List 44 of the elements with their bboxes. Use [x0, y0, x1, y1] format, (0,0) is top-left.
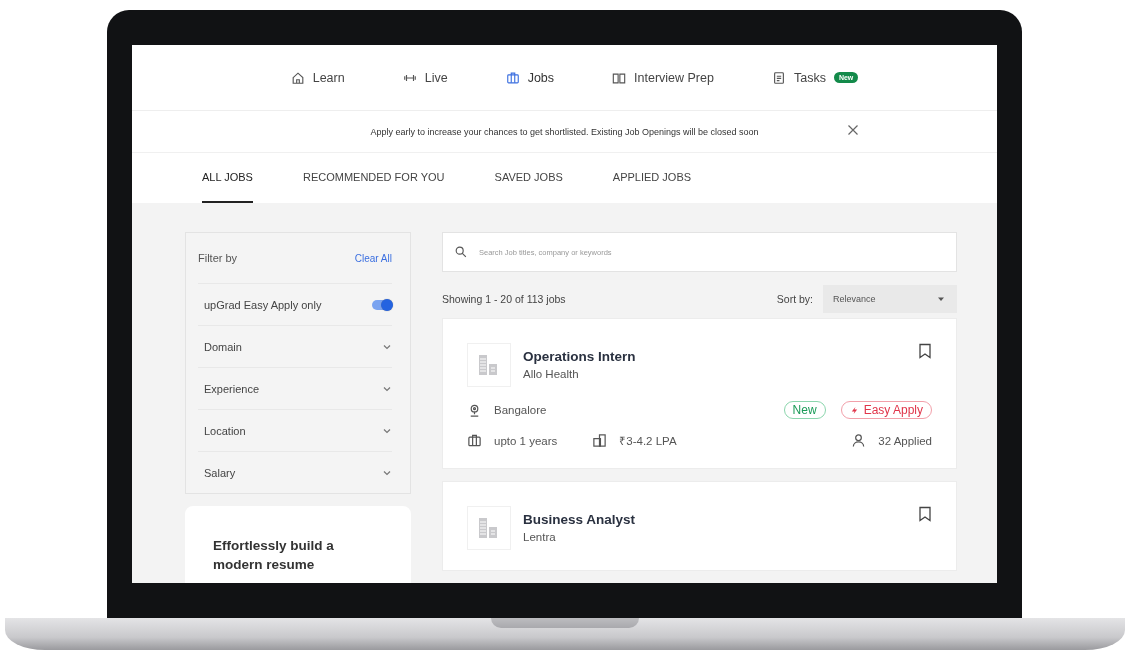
filter-dropdown[interactable]: Experience — [204, 368, 392, 409]
applicant-count: 32 Applied — [878, 434, 932, 447]
notice-text: Apply early to increase your chances to get shortlisted. Existing Job Openings will be closed soon — [370, 126, 759, 137]
company-name: Lentra — [523, 531, 557, 543]
nav-tab[interactable]: Jobs — [501, 66, 559, 89]
listing-tab[interactable]: SAVED JOBS — [494, 153, 563, 203]
job-card[interactable]: Operations Intern Allo Health Bangalore New Easy Apply upto 1 years ₹3-4.2 LPA 32 Applied — [442, 318, 957, 469]
job-title[interactable]: Operations Intern — [523, 349, 906, 364]
nav-tab[interactable]: Learn — [286, 66, 349, 89]
nav-tab[interactable]: Interview Prep — [608, 66, 718, 89]
company-name: Allo Health — [523, 368, 580, 380]
job-salary: ₹3-4.2 LPA — [619, 434, 677, 448]
caret-icon — [937, 295, 945, 303]
book-icon — [612, 70, 627, 85]
job-location: Bangalore — [494, 404, 547, 416]
results-count: Showing 1 - 20 of 113 jobs — [442, 293, 566, 305]
briefcase-icon — [467, 433, 482, 448]
toggle-switch[interactable] — [372, 299, 392, 310]
building-icon — [467, 506, 511, 550]
search-icon — [454, 245, 468, 259]
listing-tab[interactable]: RECOMMENDED FOR YOU — [302, 153, 445, 203]
resume-heading: Effortlessly build a modern resume — [213, 537, 335, 574]
sort-label: Sort by: — [776, 293, 813, 305]
home-icon — [290, 70, 305, 85]
bolt-icon — [849, 405, 859, 415]
filter-dropdown[interactable]: Location — [204, 410, 392, 451]
building-icon — [467, 343, 511, 387]
sort-dropdown[interactable]: Relevance — [823, 285, 957, 313]
job-card[interactable]: Business Analyst Lentra — [442, 481, 957, 571]
filter-dropdown[interactable]: Salary — [204, 452, 392, 493]
clear-all-link[interactable]: Clear All — [354, 252, 392, 264]
job-experience: upto 1 years — [494, 434, 558, 447]
person-icon — [851, 433, 867, 448]
briefcase-icon — [505, 70, 520, 85]
bookmark-button[interactable] — [918, 506, 932, 522]
bookmark-button[interactable] — [918, 343, 932, 359]
listing-tab[interactable]: APPLIED JOBS — [612, 153, 692, 203]
toggle-label: upGrad Easy Apply only — [204, 298, 322, 311]
clipboard-icon — [771, 70, 786, 85]
close-icon[interactable] — [847, 124, 859, 136]
nav-tab[interactable]: Live — [398, 66, 452, 89]
job-title[interactable]: Business Analyst — [523, 512, 906, 527]
filter-dropdown[interactable]: Domain — [204, 326, 392, 367]
filter-title: Filter by — [198, 252, 238, 264]
